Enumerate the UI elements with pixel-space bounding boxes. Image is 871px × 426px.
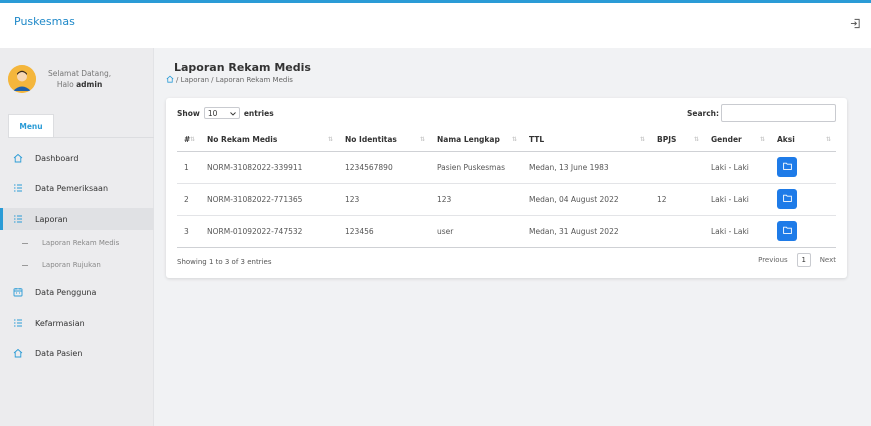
page-title: Laporan Rekam Medis [174, 61, 311, 74]
previous-button[interactable]: Previous [758, 256, 788, 264]
table-info: Showing 1 to 3 of 3 entries [177, 258, 272, 266]
folder-icon [782, 194, 792, 204]
cell-nama: 123 [430, 183, 522, 216]
sidebar-subitem-laporan-rekam-medis[interactable]: Laporan Rekam Medis [0, 235, 154, 251]
cell-nama: user [430, 215, 522, 248]
report-card: Show 10 entries Search: # ⇅ No Rekam Medi… [166, 98, 847, 278]
list-icon [12, 317, 24, 329]
calendar-icon [12, 286, 24, 298]
sidebar-item-data-pemeriksaan[interactable]: Data Pemeriksaan [0, 177, 154, 199]
sidebar-item-dashboard[interactable]: Dashboard [0, 147, 154, 169]
sidebar-subitem-laporan-rujukan[interactable]: Laporan Rujukan [0, 257, 154, 273]
entries-select[interactable]: 10 [203, 107, 240, 119]
sidebar-item-label: Laporan [35, 214, 68, 224]
dash-icon [22, 264, 28, 266]
cell-aksi [770, 215, 836, 248]
cell-ttl: Medan, 04 August 2022 [522, 183, 650, 216]
column-header-identitas[interactable]: No Identitas ⇅ [338, 129, 430, 152]
pagination: Previous 1 Next [758, 253, 836, 267]
menu-tab[interactable]: Menu [8, 114, 54, 138]
open-record-button[interactable] [777, 221, 797, 241]
search-label: Search: [686, 108, 719, 118]
column-header-nama[interactable]: Nama Lengkap ⇅ [430, 129, 522, 152]
hello-text: Halo [56, 80, 74, 89]
sidebar-item-laporan[interactable]: Laporan [0, 208, 154, 230]
sidebar-item-data-pasien[interactable]: Data Pasien [0, 342, 154, 364]
cell-aksi [770, 151, 836, 184]
table-header-row: # ⇅ No Rekam Medis ⇅ No Identitas ⇅ Nama Le… [177, 129, 836, 152]
cell-bpjs [650, 151, 704, 184]
sidebar-item-kefarmasian[interactable]: Kefarmasian [0, 312, 154, 334]
column-header-aksi[interactable]: Aksi ⇅ [770, 129, 836, 152]
entries-value: 10 [207, 108, 218, 118]
cell-identitas: 123 [338, 183, 430, 216]
open-record-button[interactable] [777, 189, 797, 209]
cell-bpjs: 12 [650, 183, 704, 216]
cell-identitas: 123456 [338, 215, 430, 248]
sidebar-subitem-label: Laporan Rujukan [42, 261, 101, 269]
column-header-rekam[interactable]: No Rekam Medis ⇅ [200, 129, 338, 152]
table-row: 3 NORM-01092022-747532 123456 user Medan… [177, 215, 836, 248]
column-header-bpjs[interactable]: BPJS ⇅ [650, 129, 704, 152]
sidebar-item-label: Data Pasien [35, 348, 83, 358]
chevron-down-icon [230, 109, 236, 118]
top-bar: Puskesmas [0, 0, 871, 48]
cell-no: 2 [177, 183, 200, 216]
entries-label: entries [243, 108, 274, 118]
home-icon[interactable] [166, 75, 174, 85]
sidebar: Selamat Datang, Halo admin Menu Dashboar… [0, 48, 154, 426]
dash-icon [22, 242, 28, 244]
list-icon [12, 182, 24, 194]
show-label: Show [177, 108, 200, 118]
search-input[interactable] [721, 104, 836, 122]
breadcrumb: / Laporan / Laporan Rekam Medis [166, 75, 293, 85]
cell-nama: Pasien Puskesmas [430, 151, 522, 184]
cell-ttl: Medan, 31 August 2022 [522, 215, 650, 248]
open-record-button[interactable] [777, 157, 797, 177]
avatar [8, 65, 36, 93]
home-icon [12, 347, 24, 359]
table-row: 1 NORM-31082022-339911 1234567890 Pasien… [177, 151, 836, 184]
menu-divider [8, 137, 154, 138]
cell-gender: Laki - Laki [704, 215, 770, 248]
sidebar-item-data-pengguna[interactable]: Data Pengguna [0, 281, 154, 303]
column-header-ttl[interactable]: TTL ⇅ [522, 129, 650, 152]
cell-bpjs [650, 215, 704, 248]
search-control: Search: [687, 104, 836, 122]
next-button[interactable]: Next [820, 256, 836, 264]
sidebar-subitem-label: Laporan Rekam Medis [42, 239, 120, 247]
table-row: 2 NORM-31082022-771365 123 123 Medan, 04… [177, 183, 836, 216]
folder-icon [782, 226, 792, 236]
sidebar-item-label: Dashboard [35, 153, 79, 163]
breadcrumb-laporan[interactable]: / Laporan [176, 76, 209, 84]
folder-icon [782, 162, 792, 172]
rekam-medis-table: # ⇅ No Rekam Medis ⇅ No Identitas ⇅ Nama Le… [177, 129, 836, 248]
breadcrumb-current: / Laporan Rekam Medis [211, 76, 293, 84]
column-header-no[interactable]: # ⇅ [177, 129, 200, 152]
greeting-text: Selamat Datang, [48, 69, 112, 78]
home-icon [12, 152, 24, 164]
cell-no: 1 [177, 151, 200, 184]
cell-rekam: NORM-31082022-771365 [200, 183, 338, 216]
user-name: admin [76, 80, 103, 89]
cell-gender: Laki - Laki [704, 151, 770, 184]
sidebar-item-label: Kefarmasian [35, 318, 85, 328]
cell-rekam: NORM-01092022-747532 [200, 215, 338, 248]
logout-icon[interactable] [848, 16, 862, 30]
page-1-button[interactable]: 1 [796, 253, 811, 267]
cell-aksi [770, 183, 836, 216]
user-panel: Selamat Datang, Halo admin [8, 54, 154, 104]
cell-no: 3 [177, 215, 200, 248]
sidebar-item-label: Data Pengguna [35, 287, 97, 297]
cell-ttl: Medan, 13 June 1983 [522, 151, 650, 184]
brand-title[interactable]: Puskesmas [14, 15, 75, 28]
cell-identitas: 1234567890 [338, 151, 430, 184]
sidebar-item-label: Data Pemeriksaan [35, 183, 109, 193]
cell-rekam: NORM-31082022-339911 [200, 151, 338, 184]
cell-gender: Laki - Laki [704, 183, 770, 216]
column-header-gender[interactable]: Gender ⇅ [704, 129, 770, 152]
list-icon [12, 213, 24, 225]
entries-control: Show 10 entries [177, 107, 274, 119]
